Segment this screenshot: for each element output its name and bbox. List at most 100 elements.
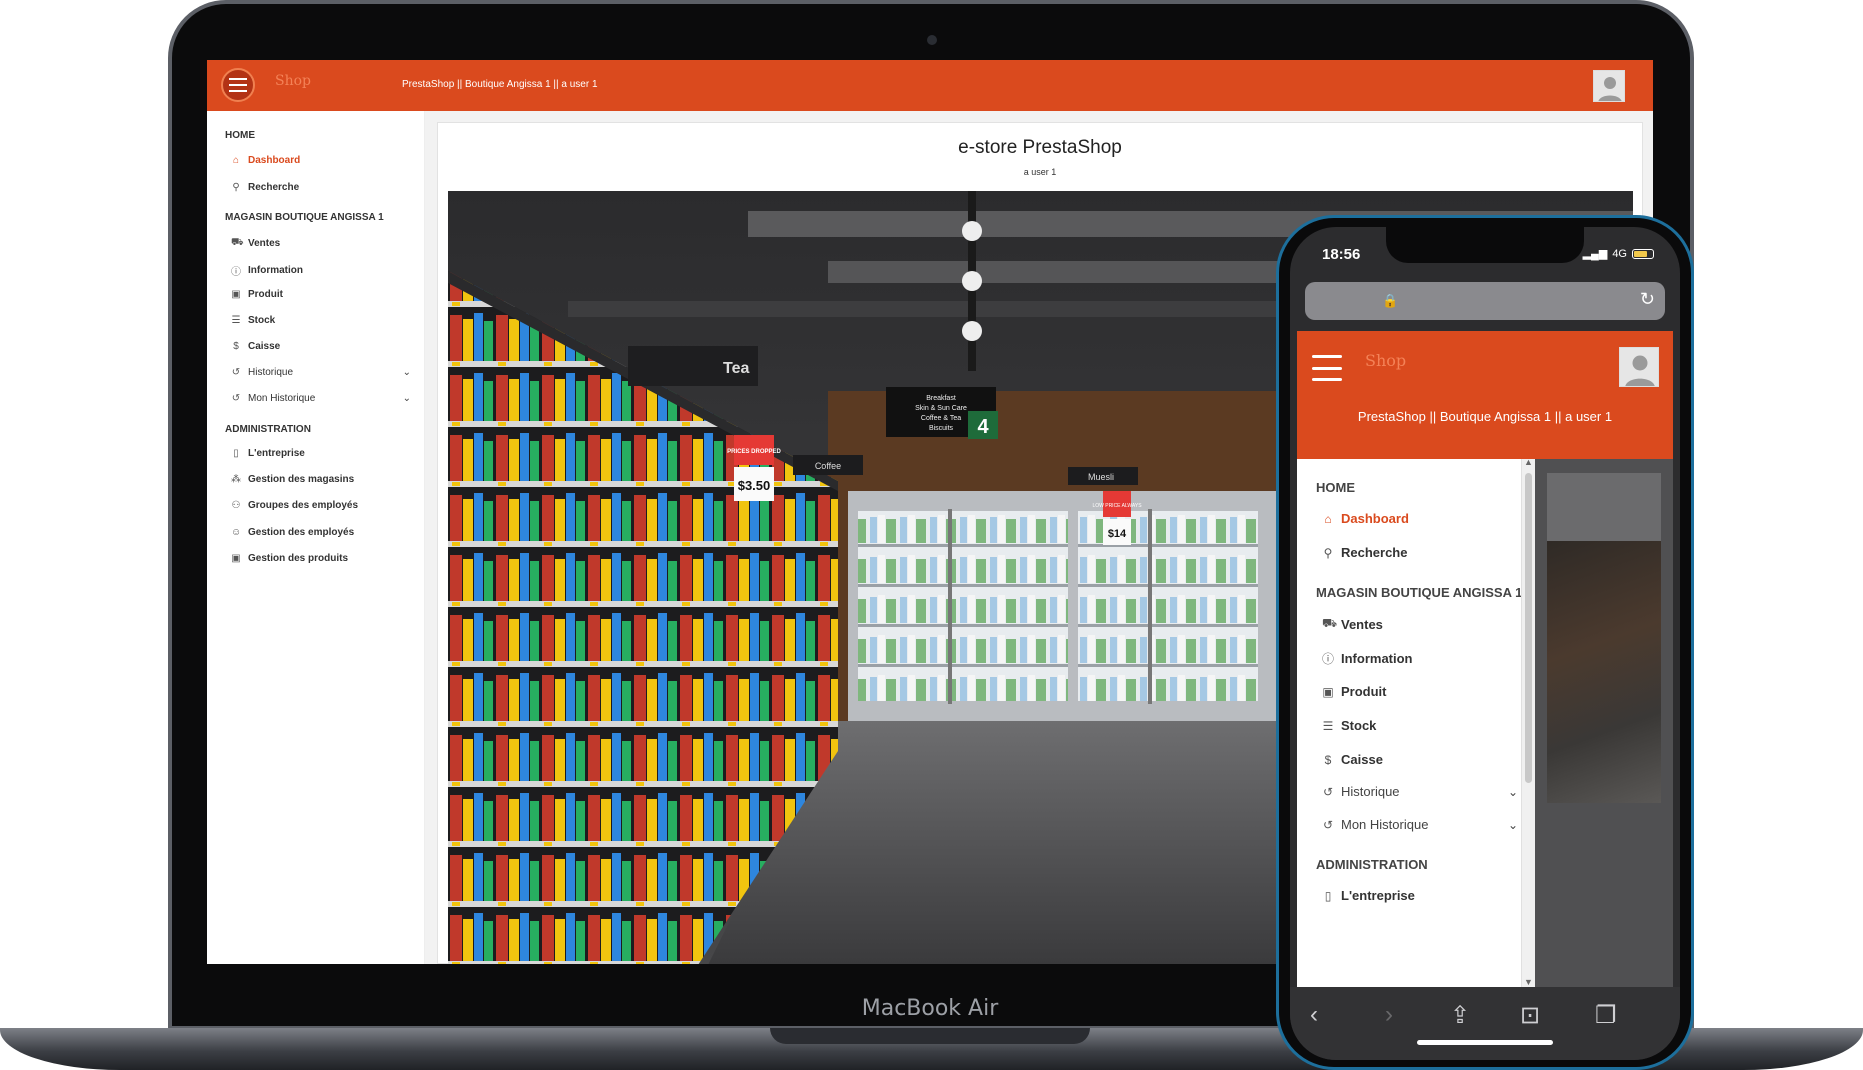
mobile-section-magasin: MAGASIN BOUTIQUE ANGISSA 1	[1316, 585, 1523, 600]
mobile-item-dashboard[interactable]: ⌂ Dashboard	[1322, 511, 1518, 526]
sidebar-item-label: Information	[248, 265, 303, 276]
sitemap-icon: ⁂	[231, 474, 241, 485]
sidebar-item-gestion-employes[interactable]: ☺ Gestion des employés	[231, 527, 411, 538]
search-icon: ⚲	[232, 182, 240, 193]
card-subtitle: a user 1	[1023, 167, 1057, 177]
scroll-up-icon[interactable]: ▲	[1524, 457, 1533, 467]
sidebar-item-label: Historique	[248, 367, 294, 378]
sidebar-item-label: Stock	[248, 315, 276, 326]
network-label: 4G	[1612, 247, 1627, 260]
mobile-item-label: Dashboard	[1341, 511, 1409, 526]
mobile-item-produit[interactable]: ▣ Produit	[1322, 684, 1518, 699]
database-icon: ☰	[231, 315, 241, 326]
device-mockup-scene: Shop PrestaShop || Boutique Angissa 1 ||…	[0, 0, 1863, 1070]
aisle-cat-3: Coffee & Tea	[921, 415, 961, 422]
sidebar-item-label: Caisse	[248, 341, 281, 352]
tabs-icon[interactable]: ❐	[1595, 1001, 1617, 1030]
phone-notch	[1386, 227, 1584, 263]
building-icon: ▯	[1324, 888, 1332, 903]
mobile-content-background	[1535, 459, 1673, 987]
info-icon: ⓘ	[1322, 652, 1335, 666]
coffee-sign: Coffee	[815, 461, 841, 471]
user-avatar[interactable]	[1593, 70, 1625, 102]
sidebar-item-historique[interactable]: ↺ Historique ⌄	[231, 367, 411, 378]
image-icon: ▣	[231, 289, 241, 300]
dollar-icon: $	[233, 341, 239, 352]
sidebar-item-recherche[interactable]: ⚲ Recherche	[231, 182, 411, 193]
signal-icon: ▂▄▆	[1582, 248, 1608, 260]
forward-icon[interactable]: ›	[1385, 1001, 1393, 1029]
sidebar-item-caisse[interactable]: $ Caisse	[231, 341, 411, 352]
mobile-item-information[interactable]: ⓘ Information	[1322, 650, 1518, 667]
avatar-icon	[1620, 348, 1658, 386]
url-bar[interactable]: 🔒 ↻	[1305, 282, 1665, 320]
sidebar-item-gestion-magasins[interactable]: ⁂ Gestion des magasins	[231, 474, 411, 485]
scrollbar-thumb[interactable]	[1525, 473, 1532, 783]
mobile-item-label: Produit	[1341, 684, 1387, 699]
image-icon: ▣	[1322, 684, 1334, 699]
sidebar-item-mon-historique[interactable]: ↺ Mon Historique ⌄	[231, 393, 411, 404]
mobile-item-historique[interactable]: ↺ Historique ⌄	[1322, 784, 1518, 799]
sidebar-section-magasin: MAGASIN BOUTIQUE ANGISSA 1	[225, 212, 384, 223]
mobile-item-caisse[interactable]: $ Caisse	[1322, 752, 1518, 767]
phone-screen: 18:56 ▂▄▆ 4G 🔒 ↻ Shop PrestaShop || Bout…	[1290, 227, 1680, 1060]
reload-icon[interactable]: ↻	[1640, 289, 1655, 310]
mobile-item-label: Caisse	[1341, 752, 1383, 767]
building-icon: ▯	[233, 448, 239, 459]
mobile-user-avatar[interactable]	[1619, 347, 1659, 387]
aisle-cat-1: Breakfast	[926, 395, 956, 402]
aisle-cat-4: Biscuits	[929, 425, 954, 432]
bookmarks-icon[interactable]: ⊡	[1520, 1001, 1540, 1030]
sidebar-item-groupes-employes[interactable]: ⚇ Groupes des employés	[231, 500, 411, 511]
mobile-item-mon-historique[interactable]: ↺ Mon Historique ⌄	[1322, 817, 1518, 832]
sidebar-item-ventes[interactable]: ⛟ Ventes	[231, 237, 411, 250]
sidebar-item-information[interactable]: ⓘ Information	[231, 263, 411, 278]
image-icon: ▣	[231, 553, 241, 564]
sidebar-item-label: L'entreprise	[248, 448, 305, 459]
share-icon[interactable]: ⇪	[1450, 1001, 1470, 1030]
sidebar-item-entreprise[interactable]: ▯ L'entreprise	[231, 448, 411, 459]
battery-icon	[1632, 248, 1654, 259]
chevron-down-icon: ⌄	[1507, 817, 1518, 832]
card-title: e-store PrestaShop	[958, 137, 1122, 158]
sidebar-item-stock[interactable]: ☰ Stock	[231, 315, 411, 326]
mobile-item-recherche[interactable]: ⚲ Recherche	[1322, 545, 1518, 560]
price-tag-main: $3.50	[738, 478, 771, 493]
dollar-icon: $	[1324, 752, 1332, 767]
history-icon: ↺	[231, 393, 241, 404]
sidebar-item-label: Groupes des employés	[248, 500, 359, 511]
sidebar-section-home: HOME	[225, 130, 255, 141]
cart-icon: ⛟	[231, 237, 244, 248]
laptop-notch	[770, 1028, 1090, 1044]
shop-logo: Shop	[275, 73, 311, 89]
laptop-model-label: MacBook Air	[861, 996, 999, 1021]
mobile-store-photo	[1547, 541, 1661, 803]
mobile-item-stock[interactable]: ☰ Stock	[1322, 718, 1518, 733]
search-icon: ⚲	[1323, 545, 1333, 560]
mobile-item-ventes[interactable]: ⛟ Ventes	[1322, 616, 1518, 632]
mobile-app-title: PrestaShop || Boutique Angissa 1 || a us…	[1357, 409, 1613, 424]
price-tag-14: $14	[1108, 528, 1127, 540]
sidebar-item-produit[interactable]: ▣ Produit	[231, 289, 411, 300]
sidebar-item-label: Mon Historique	[248, 393, 316, 404]
mobile-item-label: L'entreprise	[1341, 888, 1415, 903]
sidebar-item-dashboard[interactable]: ⌂ Dashboard	[231, 155, 411, 166]
app-title: PrestaShop || Boutique Angissa 1 || a us…	[402, 79, 598, 90]
browser-toolbar: ‹ › ⇪ ⊡ ❐	[1290, 987, 1680, 1060]
lock-icon: 🔒	[1382, 293, 1399, 308]
mobile-item-entreprise[interactable]: ▯ L'entreprise	[1322, 888, 1518, 903]
mobile-menu-button[interactable]	[1312, 355, 1346, 381]
cart-icon: ⛟	[1322, 616, 1338, 630]
mobile-item-label: Information	[1341, 651, 1413, 666]
sidebar-item-label: Ventes	[248, 238, 281, 249]
history-icon: ↺	[1322, 784, 1334, 799]
mobile-sidebar-scrollbar[interactable]: ▲ ▼	[1521, 457, 1535, 987]
sidebar-item-gestion-produits[interactable]: ▣ Gestion des produits	[231, 553, 411, 564]
sidebar-item-label: Gestion des employés	[248, 527, 355, 538]
back-icon[interactable]: ‹	[1310, 1001, 1318, 1029]
menu-button[interactable]	[221, 68, 255, 102]
low-price-sign: LOW PRICE ALWAYS	[1092, 503, 1142, 509]
mobile-sidebar: HOME ⌂ Dashboard ⚲ Recherche MAGASIN BOU…	[1297, 459, 1533, 987]
scroll-down-icon[interactable]: ▼	[1524, 977, 1533, 987]
sidebar-item-label: Recherche	[248, 182, 300, 193]
